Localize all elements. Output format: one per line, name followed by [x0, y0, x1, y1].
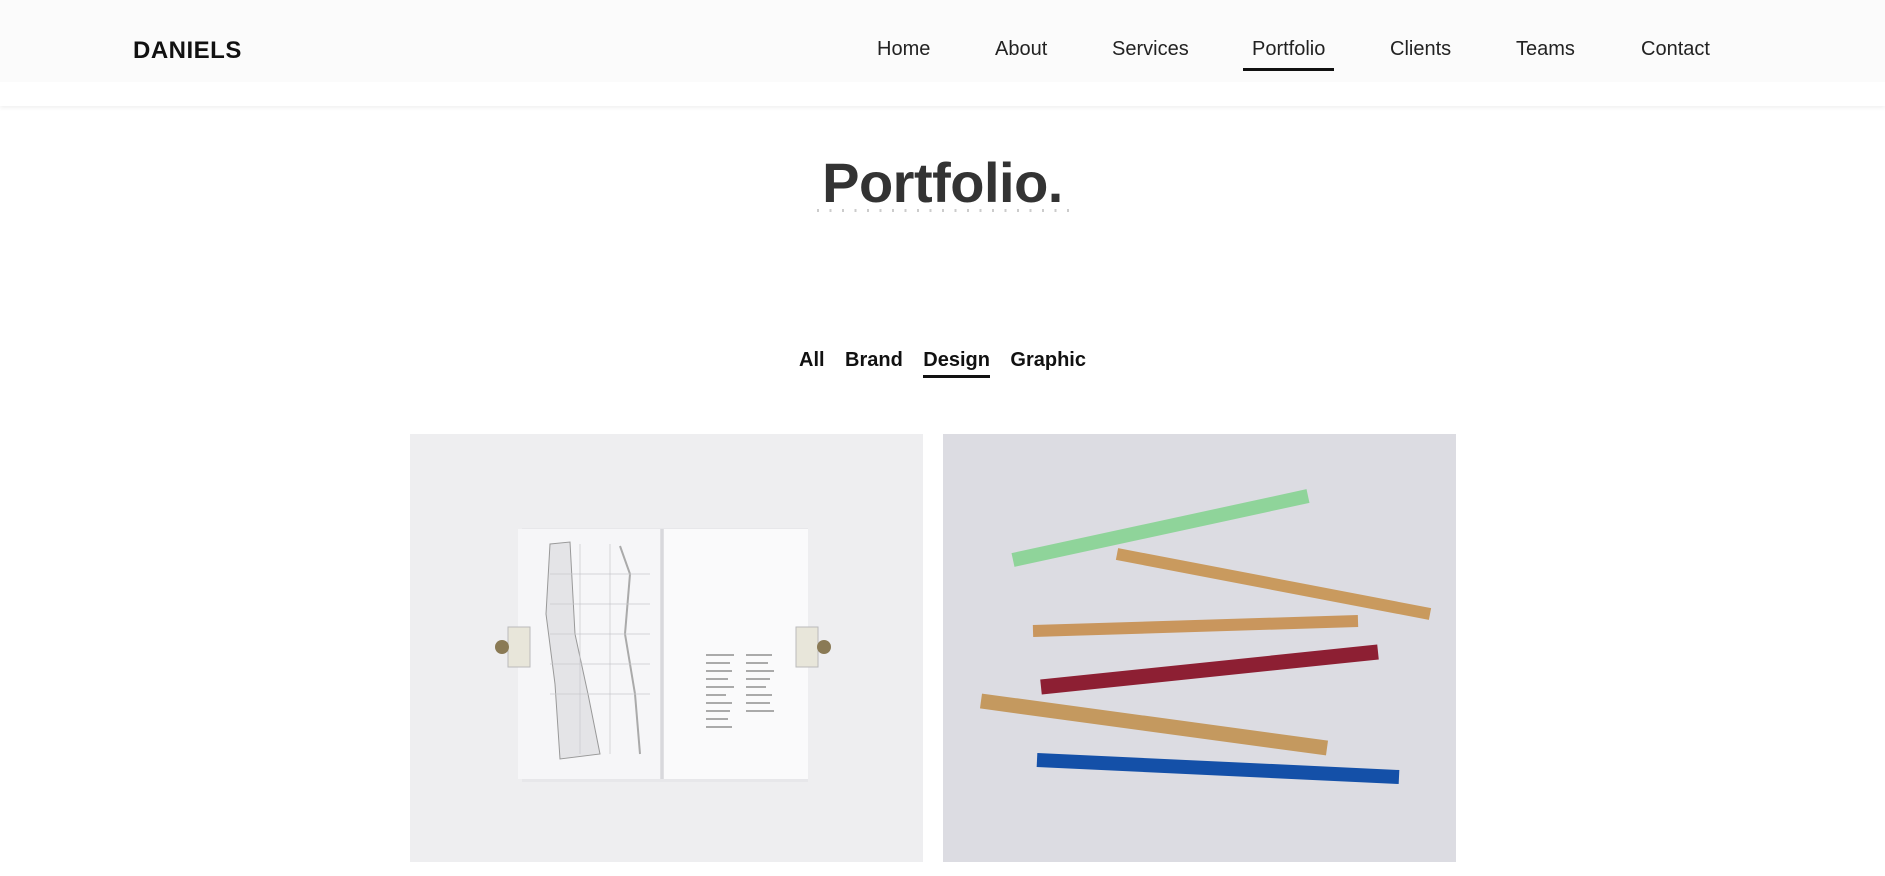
nav-about[interactable]: About [995, 38, 1047, 61]
nav-portfolio[interactable]: Portfolio [1242, 38, 1335, 71]
portfolio-filters: All Brand Design Graphic [0, 349, 1885, 378]
filter-all[interactable]: All [799, 349, 825, 372]
nav-services[interactable]: Services [1112, 38, 1189, 61]
title-dotted-underline [817, 209, 1070, 212]
nav-contact[interactable]: Contact [1641, 38, 1710, 61]
book-image [410, 434, 923, 862]
filter-brand[interactable]: Brand [845, 349, 903, 372]
page-title: Portfolio. [822, 151, 1063, 214]
header-band [0, 0, 1885, 82]
portfolio-item-rulers[interactable] [943, 434, 1456, 862]
nav-teams[interactable]: Teams [1516, 38, 1575, 61]
rulers-image [943, 434, 1456, 862]
logo[interactable]: DANIELS [133, 37, 242, 65]
filter-graphic[interactable]: Graphic [1010, 349, 1086, 372]
nav-clients[interactable]: Clients [1390, 38, 1451, 61]
filter-design[interactable]: Design [923, 349, 990, 378]
portfolio-item-book[interactable] [410, 434, 923, 862]
nav-home[interactable]: Home [877, 38, 930, 61]
site-header: DANIELS Home About Services Portfolio Cl… [0, 0, 1885, 106]
